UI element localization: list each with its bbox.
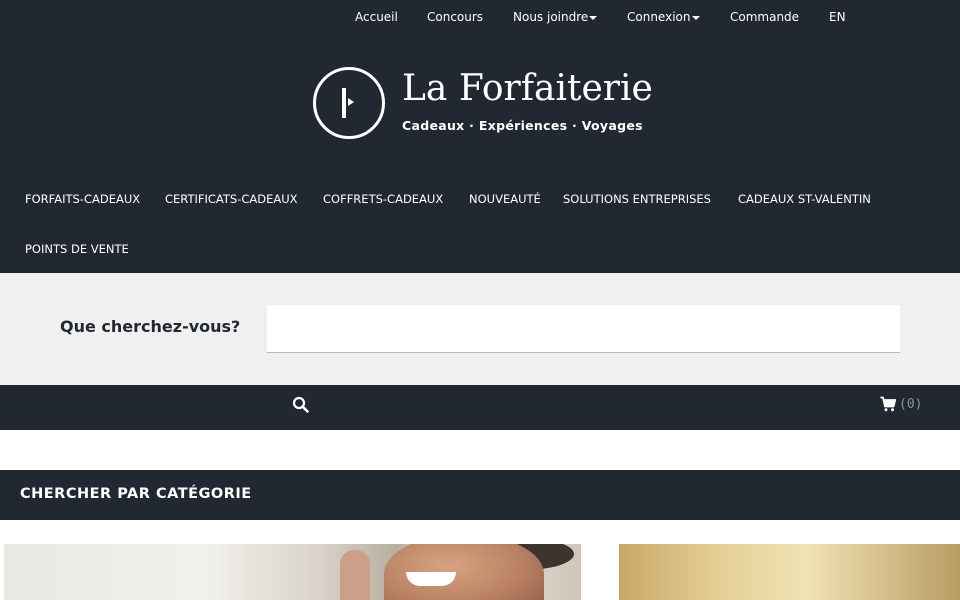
category-title: CHERCHER PAR CATÉGORIE: [20, 486, 252, 502]
cart-count: (0): [899, 397, 923, 412]
topnav-nous-joindre[interactable]: Nous joindre: [513, 9, 598, 25]
nav-nouveaute[interactable]: NOUVEAUTÉ: [469, 192, 541, 206]
category-card-image[interactable]: [4, 544, 581, 600]
topnav-accueil[interactable]: Accueil: [355, 9, 398, 25]
nav-forfaits-cadeaux[interactable]: FORFAITS-CADEAUX: [25, 192, 140, 206]
topnav-language-en[interactable]: EN: [829, 9, 846, 25]
topnav-language-label: EN: [829, 10, 846, 24]
logo-tagline: Cadeaux · Expériences · Voyages: [402, 118, 643, 133]
search-input[interactable]: [267, 305, 900, 353]
caret-down-icon: [589, 15, 598, 20]
top-navigation: Accueil Concours Nous joindre Connexion …: [0, 9, 960, 27]
nav-cadeaux-st-valentin[interactable]: CADEAUX ST-VALENTIN: [738, 192, 871, 206]
caret-down-icon: [691, 15, 700, 20]
search-icon[interactable]: [292, 396, 310, 414]
category-header: CHERCHER PAR CATÉGORIE: [0, 470, 960, 520]
topnav-commande[interactable]: Commande: [730, 9, 799, 25]
logo-title: La Forfaiterie: [402, 68, 653, 109]
search-label: Que cherchez-vous?: [60, 317, 241, 336]
site-header: Accueil Concours Nous joindre Connexion …: [0, 0, 960, 273]
nav-coffrets-cadeaux[interactable]: COFFRETS-CADEAUX: [323, 192, 443, 206]
topnav-commande-label: Commande: [730, 10, 800, 24]
topnav-connexion[interactable]: Connexion: [627, 9, 700, 25]
photo-hand-shape: [340, 550, 370, 600]
search-section: Que cherchez-vous?: [0, 273, 960, 385]
topnav-concours[interactable]: Concours: [427, 9, 483, 25]
topnav-connexion-label: Connexion: [627, 10, 691, 24]
search-cart-toolbar: (0): [0, 385, 960, 430]
logo-f-monogram-icon: [342, 88, 354, 118]
nav-certificats-cadeaux[interactable]: CERTIFICATS-CADEAUX: [165, 192, 298, 206]
topnav-accueil-label: Accueil: [355, 10, 398, 24]
cart-icon: [880, 396, 896, 412]
category-card-image[interactable]: [619, 544, 960, 600]
nav-solutions-entreprises[interactable]: SOLUTIONS ENTREPRISES: [563, 192, 711, 206]
photo-smile-shape: [406, 572, 456, 586]
topnav-nous-joindre-label: Nous joindre: [513, 10, 589, 24]
site-logo[interactable]: La Forfaiterie Cadeaux · Expériences · V…: [312, 66, 653, 142]
topnav-concours-label: Concours: [427, 10, 484, 24]
nav-points-de-vente[interactable]: POINTS DE VENTE: [25, 242, 129, 256]
